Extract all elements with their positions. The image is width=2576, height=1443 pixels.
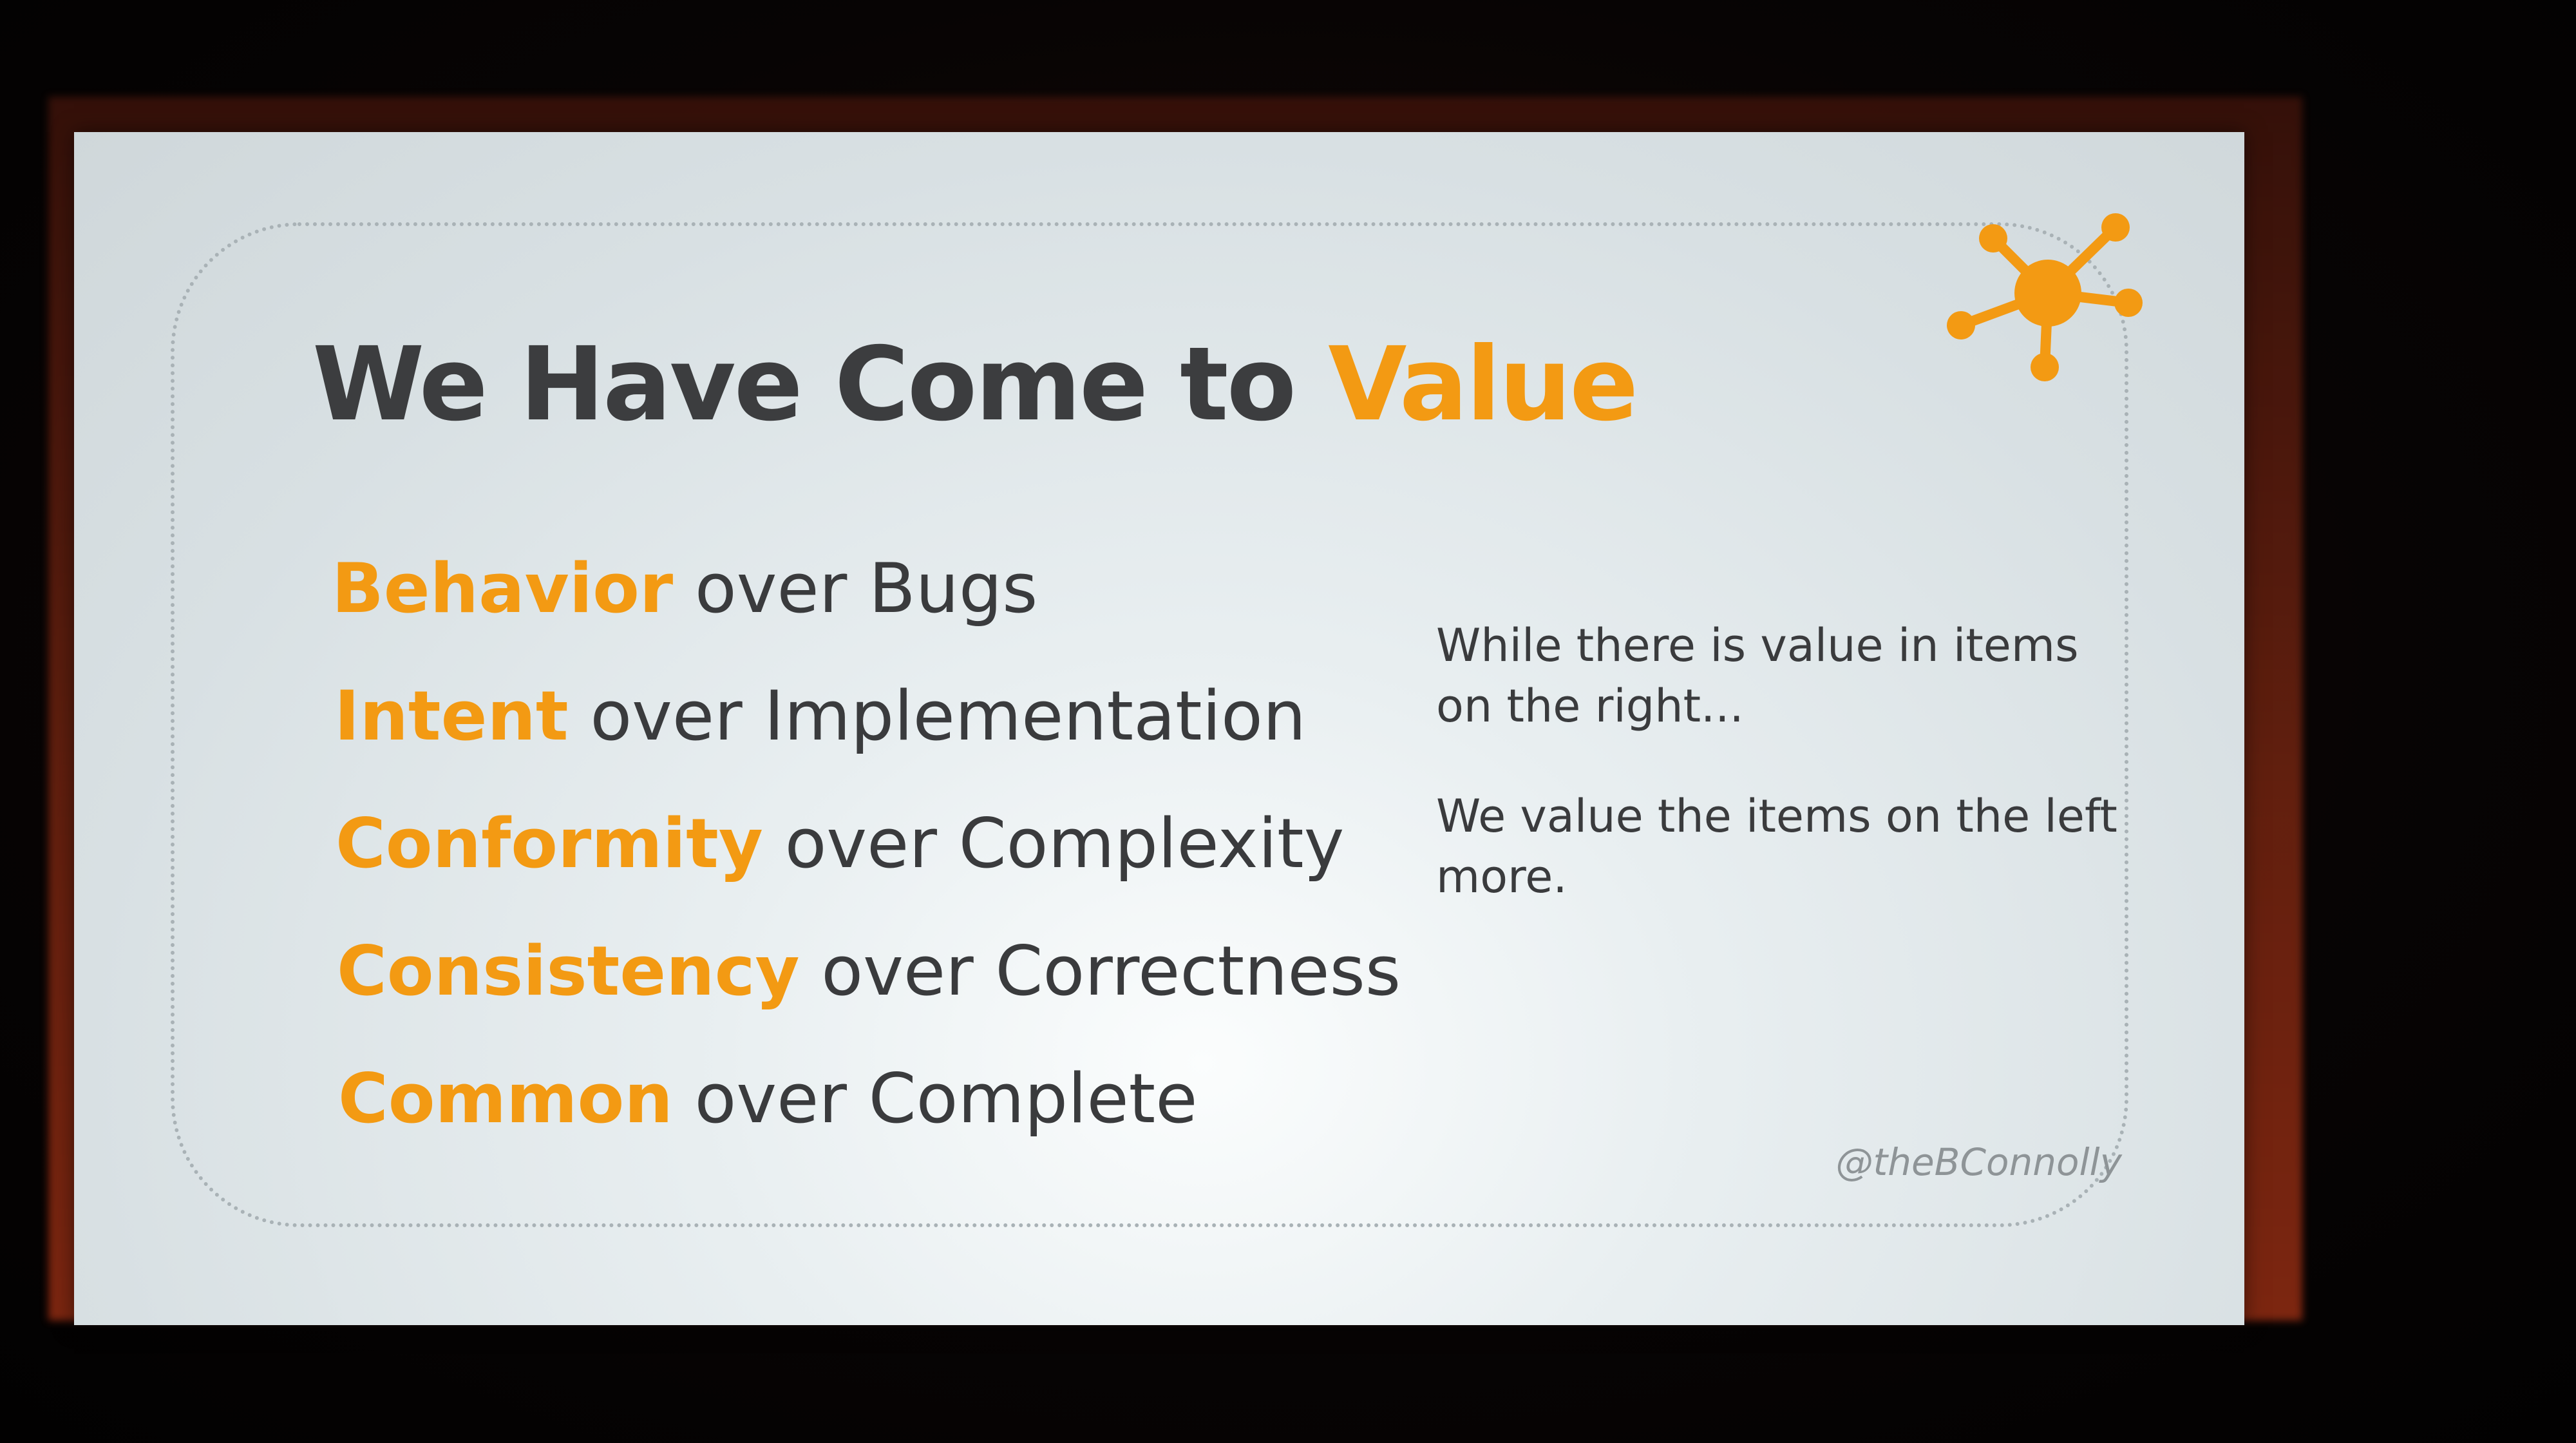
slide-title: We Have Come to Value (312, 325, 1638, 444)
list-item: Consistency over Correctness (337, 908, 1401, 1035)
item-rest: over Complete (694, 1059, 1198, 1138)
item-rest: over Bugs (694, 549, 1038, 628)
list-item: Conformity over Complexity (336, 780, 1401, 908)
author-handle: @theBConnolly (1835, 1140, 2122, 1184)
title-accent: Value (1328, 325, 1638, 444)
item-highlight: Intent (334, 676, 569, 756)
side-note-right-value: While there is value in items on the rig… (1436, 619, 2079, 732)
network-hub-icon (1947, 213, 2143, 381)
side-note-left-value: We value the items on the left more. (1436, 790, 2117, 903)
title-prefix: We Have Come to (312, 325, 1296, 444)
photo-scene: We Have Come to Value Behavior over Bugs… (0, 0, 2576, 1443)
item-highlight: Behavior (332, 549, 674, 628)
item-rest: over Correctness (821, 932, 1401, 1011)
item-highlight: Common (338, 1059, 673, 1138)
value-list: Behavior over Bugs Intent over Implement… (332, 525, 1401, 1163)
item-rest: over Implementation (590, 676, 1307, 756)
presentation-slide: We Have Come to Value Behavior over Bugs… (74, 132, 2244, 1325)
item-highlight: Conformity (336, 804, 763, 883)
list-item: Common over Complete (338, 1035, 1401, 1163)
list-item: Behavior over Bugs (332, 525, 1401, 653)
item-rest: over Complexity (784, 804, 1345, 883)
list-item: Intent over Implementation (334, 653, 1401, 780)
item-highlight: Consistency (337, 932, 800, 1011)
